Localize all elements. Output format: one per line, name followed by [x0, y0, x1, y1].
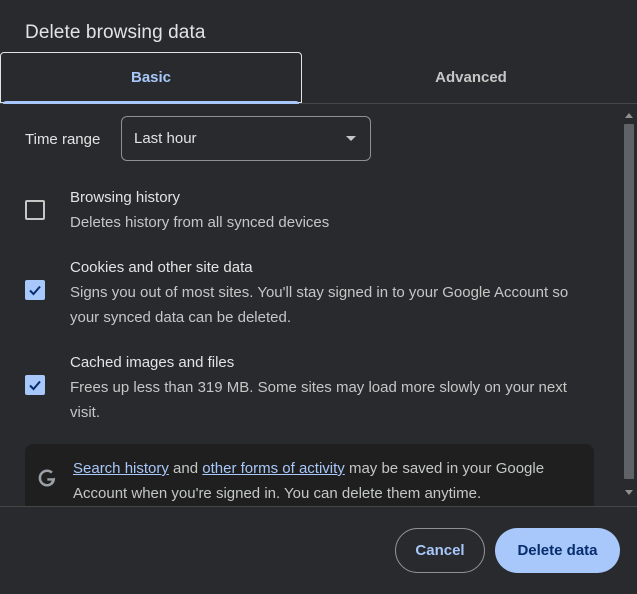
dialog-footer: Cancel Delete data: [0, 506, 637, 594]
browsing-history-title: Browsing history: [70, 189, 181, 206]
time-range-value: Last hour: [134, 130, 197, 147]
cookies-checkbox[interactable]: [25, 280, 45, 300]
other-activity-link[interactable]: other forms of activity: [202, 460, 345, 477]
cached-images-title: Cached images and files: [70, 354, 235, 371]
time-range-select[interactable]: Last hour: [121, 116, 371, 161]
time-range-label: Time range: [25, 131, 101, 148]
search-history-link[interactable]: Search history: [73, 460, 169, 477]
dialog-title: Delete browsing data: [25, 22, 206, 43]
google-g-icon: [38, 469, 56, 487]
checkmark-icon: [29, 285, 41, 296]
cookies-title: Cookies and other site data: [70, 259, 253, 276]
scroll-down-icon[interactable]: [625, 490, 633, 495]
scroll-thumb[interactable]: [624, 124, 634, 479]
delete-data-button[interactable]: Delete data: [495, 528, 620, 573]
delete-browsing-data-dialog: Delete browsing data Basic Advanced Time…: [0, 0, 637, 594]
google-activity-info: Search history and other forms of activi…: [25, 444, 594, 506]
cookies-description: Signs you out of most sites. You'll stay…: [70, 284, 569, 326]
tab-advanced[interactable]: Advanced: [308, 52, 634, 103]
checkmark-icon: [29, 380, 41, 391]
cached-images-checkbox[interactable]: [25, 375, 45, 395]
browsing-history-description: Deletes history from all synced devices: [70, 214, 330, 231]
browsing-history-checkbox[interactable]: [25, 200, 45, 220]
options-scroll-area: Time range Last hour Browsing history De…: [0, 104, 637, 506]
caret-down-icon: [346, 136, 356, 141]
info-text-part1: and: [168, 460, 203, 477]
tab-bar: Basic Advanced: [0, 52, 637, 104]
cancel-button[interactable]: Cancel: [395, 528, 485, 573]
tab-basic[interactable]: Basic: [0, 52, 302, 104]
vertical-scrollbar[interactable]: [621, 104, 637, 506]
cached-images-description: Frees up less than 319 MB. Some sites ma…: [70, 379, 567, 421]
info-text: Search history and other forms of activi…: [73, 456, 588, 506]
scroll-up-icon[interactable]: [625, 113, 633, 118]
